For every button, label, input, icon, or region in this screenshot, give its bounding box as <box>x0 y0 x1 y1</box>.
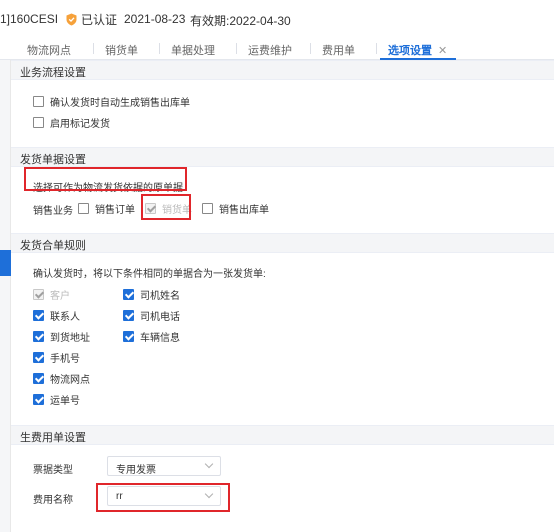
checkbox <box>33 289 44 300</box>
invoice-type-label: 票据类型 <box>33 465 73 476</box>
section-title: 生费用单设置 <box>20 432 86 444</box>
tab-logistics-points[interactable]: 物流网点 <box>27 42 71 58</box>
side-active-marker <box>0 250 11 276</box>
section-expense-doc: 生费用单设置 <box>11 425 554 445</box>
side-panel-strip <box>0 60 11 532</box>
cert-label: 已认证 <box>81 13 118 27</box>
tab-expense-slips[interactable]: 费用单 <box>310 42 355 58</box>
merge-option-logistics-point[interactable]: 物流网点 <box>33 371 90 386</box>
checkbox[interactable] <box>123 331 134 342</box>
checkbox[interactable] <box>123 310 134 321</box>
option-label: 确认发货时自动生成销售出库单 <box>50 98 190 109</box>
option-label: 销售订单 <box>95 205 135 216</box>
checkbox[interactable] <box>123 289 134 300</box>
company-code: 1]160CESI <box>0 12 59 26</box>
option-label: 到货地址 <box>50 333 90 344</box>
tab-option-settings-label: 选项设置 <box>388 45 432 57</box>
expiry-date: 有效期:2022-04-30 <box>190 14 291 28</box>
expense-name-label: 费用名称 <box>33 495 73 506</box>
checkbox[interactable] <box>33 310 44 321</box>
chevron-down-icon <box>204 459 214 469</box>
option-auto-generate-outbound[interactable]: 确认发货时自动生成销售出库单 <box>33 94 190 109</box>
section-business-flow: 业务流程设置 <box>11 60 554 80</box>
checkbox[interactable] <box>33 96 44 107</box>
close-icon[interactable]: ✕ <box>438 45 447 57</box>
option-label: 物流网点 <box>50 375 90 386</box>
section-title: 发货合单规则 <box>20 240 86 252</box>
merge-option-contact[interactable]: 联系人 <box>33 308 80 323</box>
checkbox[interactable] <box>33 352 44 363</box>
certification-badge: 已认证 <box>66 11 117 28</box>
merge-option-driver-name[interactable]: 司机姓名 <box>123 287 180 302</box>
top-bar: 1]160CESI 已认证 2021-08-23 有效期:2022-04-30 <box>0 0 554 36</box>
option-label: 司机电话 <box>140 312 180 323</box>
merge-option-driver-phone[interactable]: 司机电话 <box>123 308 180 323</box>
option-label: 车辆信息 <box>140 333 180 344</box>
merge-option-customer: 客户 <box>33 287 70 302</box>
highlight-box-hint <box>24 167 187 191</box>
merge-option-delivery-address[interactable]: 到货地址 <box>33 329 90 344</box>
merge-option-vehicle-info[interactable]: 车辆信息 <box>123 329 180 344</box>
start-date: 2021-08-23 <box>124 12 186 26</box>
highlight-box-sales-slip <box>141 194 191 220</box>
option-enable-mark-shipping[interactable]: 启用标记发货 <box>33 115 110 130</box>
merge-option-waybill[interactable]: 运单号 <box>33 392 80 407</box>
option-label: 客户 <box>50 291 70 302</box>
option-label: 司机姓名 <box>140 291 180 302</box>
section-shipping-docs: 发货单据设置 <box>11 147 554 167</box>
checkbox[interactable] <box>33 117 44 128</box>
checkbox[interactable] <box>78 203 89 214</box>
section-title: 业务流程设置 <box>20 67 86 79</box>
checkbox[interactable] <box>33 331 44 342</box>
checkbox[interactable] <box>33 394 44 405</box>
option-label: 手机号 <box>50 354 80 365</box>
tab-bar: 物流网点 销货单 单据处理 运费维护 费用单 选项设置 ✕ <box>0 36 554 60</box>
merge-rules-intro: 确认发货时，将以下条件相同的单据合为一张发货单: <box>33 269 266 280</box>
tab-option-settings[interactable]: 选项设置 ✕ <box>375 42 447 58</box>
option-label: 联系人 <box>50 312 80 323</box>
highlight-box-expense-name <box>96 483 230 512</box>
option-label: 运单号 <box>50 396 80 407</box>
checkbox[interactable] <box>33 373 44 384</box>
sales-business-label: 销售业务 <box>33 206 73 217</box>
option-sales-order[interactable]: 销售订单 <box>78 201 135 216</box>
tab-freight-maintenance[interactable]: 运费维护 <box>236 42 292 58</box>
merge-option-phone[interactable]: 手机号 <box>33 350 80 365</box>
option-label: 销售出库单 <box>219 205 269 216</box>
tab-sales-slips[interactable]: 销货单 <box>93 42 138 58</box>
shield-icon <box>66 13 77 26</box>
section-merge-rules: 发货合单规则 <box>11 233 554 253</box>
section-title: 发货单据设置 <box>20 154 86 166</box>
invoice-type-value: 专用发票 <box>116 465 156 476</box>
checkbox[interactable] <box>202 203 213 214</box>
option-sales-outbound[interactable]: 销售出库单 <box>202 201 269 216</box>
option-label: 启用标记发货 <box>50 119 110 130</box>
tab-document-processing[interactable]: 单据处理 <box>159 42 215 58</box>
invoice-type-select[interactable]: 专用发票 <box>107 456 221 476</box>
